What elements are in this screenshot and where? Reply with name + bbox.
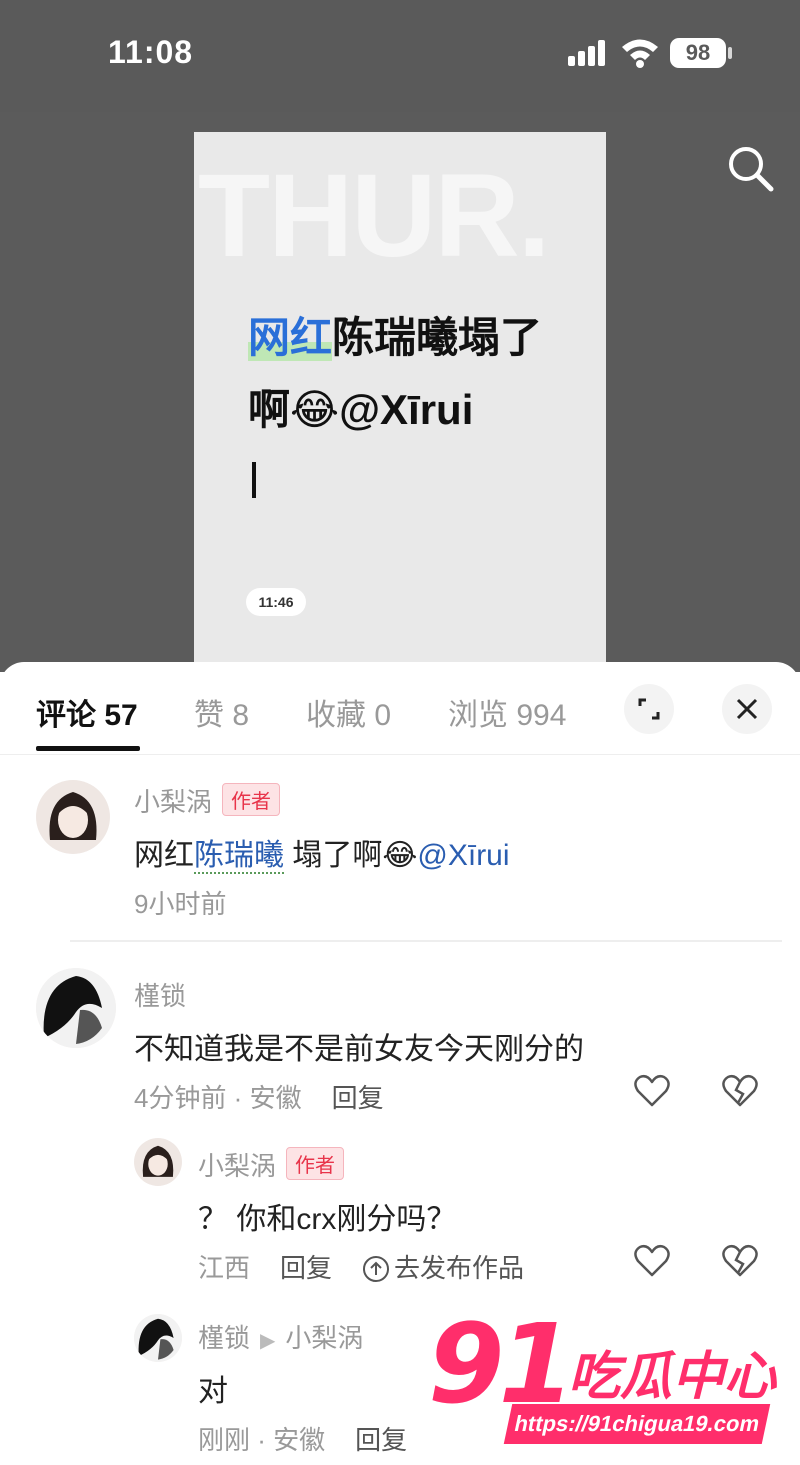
comment-meta-text: 刚刚 · 安徽 [198, 1425, 326, 1455]
comment-author-name[interactable]: 小梨涡 作者 [134, 782, 281, 819]
avatar-image [36, 780, 110, 854]
expand-icon [638, 698, 660, 720]
author-name-text: 小梨涡 [134, 787, 213, 817]
mention-link[interactable]: @Xīrui [417, 839, 509, 872]
avatar-image [36, 968, 116, 1048]
publish-button[interactable]: 去发布作品 [362, 1253, 524, 1283]
topic-link[interactable]: 陈瑞曦 [194, 839, 284, 874]
avatar[interactable] [134, 1314, 182, 1362]
reply-button[interactable]: 回复 [332, 1083, 384, 1113]
comment-text: 不知道我是不是前女友今天刚分的 [134, 1033, 584, 1066]
tab-views[interactable]: 浏览 994 [448, 690, 566, 734]
comment-text-post: 塌了啊😂 [284, 839, 418, 872]
comment-author-name[interactable]: 槿锁 [134, 976, 186, 1013]
status-bar: 11:08 98 [0, 0, 800, 112]
avatar[interactable] [36, 780, 110, 854]
status-time: 11:08 [108, 34, 194, 70]
comment-text: 网红陈瑞曦 塌了啊😂@Xīrui [134, 830, 510, 874]
avatar[interactable] [134, 1138, 182, 1186]
video-area[interactable]: THUR. 网红陈瑞曦塌了啊😂@Xīrui 11:46 [0, 112, 800, 672]
poster-title-highlight: 网红 [248, 314, 333, 361]
comment-text: ？ 你和crx刚分吗？ [198, 1203, 457, 1236]
dislike-broken-heart-icon[interactable] [722, 1244, 758, 1278]
author-badge: 作者 [286, 1147, 345, 1180]
tab-bar: 评论 57 赞 8 收藏 0 浏览 994 [0, 662, 800, 755]
comment-meta: 江西 回复 去发布作品 [198, 1248, 524, 1285]
expand-button[interactable] [624, 684, 674, 734]
avatar[interactable] [36, 968, 116, 1048]
author-name-text: 槿锁 [198, 1323, 251, 1353]
search-icon[interactable] [724, 142, 776, 194]
dislike-broken-heart-icon[interactable] [722, 1074, 758, 1108]
reply-to-name[interactable]: 小梨涡 [285, 1323, 363, 1353]
tab-comments[interactable]: 评论 57 [36, 690, 138, 734]
like-heart-icon[interactable] [634, 1074, 670, 1108]
tab-likes[interactable]: 赞 8 [194, 690, 249, 734]
author-badge: 作者 [222, 783, 281, 816]
wifi-icon [622, 39, 658, 68]
tab-favorites[interactable]: 收藏 0 [306, 690, 391, 734]
avatar-image [134, 1138, 182, 1186]
poster-timestamp: 11:46 [246, 588, 306, 616]
comment-author-name[interactable]: 槿锁 ▶ 小梨涡 [198, 1318, 363, 1355]
cellular-signal-icon [568, 40, 605, 66]
like-heart-icon[interactable] [634, 1244, 670, 1278]
tab-active-indicator [36, 746, 140, 751]
comment-text-pre: 网红 [134, 839, 194, 872]
comment-meta: 4分钟前 · 安徽 回复 [134, 1078, 384, 1115]
reply-button[interactable]: 回复 [355, 1425, 407, 1455]
close-button[interactable] [722, 684, 772, 734]
comment-meta: 刚刚 · 安徽 回复 [198, 1420, 407, 1457]
divider [70, 940, 782, 942]
reply-button[interactable]: 回复 [280, 1253, 332, 1283]
watermark: 91 吃瓜中心 https://91chigua19.com [428, 1300, 778, 1465]
comment-meta-text: 4分钟前 · 安徽 [134, 1083, 302, 1113]
reply-to-arrow-icon: ▶ [260, 1330, 276, 1352]
video-poster: THUR. 网红陈瑞曦塌了啊😂@Xīrui 11:46 [194, 132, 606, 672]
watermark-url: https://91chigua19.com [503, 1404, 771, 1444]
author-name-text: 小梨涡 [198, 1151, 277, 1181]
comment-time: 9小时前 [134, 889, 227, 919]
publish-label: 去发布作品 [394, 1253, 525, 1283]
watermark-title: 吃瓜中心 [568, 1348, 777, 1406]
battery-level: 98 [670, 38, 726, 68]
poster-title: 网红陈瑞曦塌了啊😂@Xīrui [248, 302, 578, 446]
comment-text: 对 [198, 1375, 228, 1408]
poster-background-text: THUR. [198, 150, 551, 282]
avatar-image [134, 1314, 182, 1362]
comment-meta-text: 江西 [198, 1253, 251, 1283]
comment-author-name[interactable]: 小梨涡 作者 [198, 1146, 345, 1183]
close-icon [736, 698, 758, 720]
battery-cap [728, 47, 732, 59]
upload-icon [363, 1256, 390, 1282]
text-cursor [252, 462, 256, 498]
